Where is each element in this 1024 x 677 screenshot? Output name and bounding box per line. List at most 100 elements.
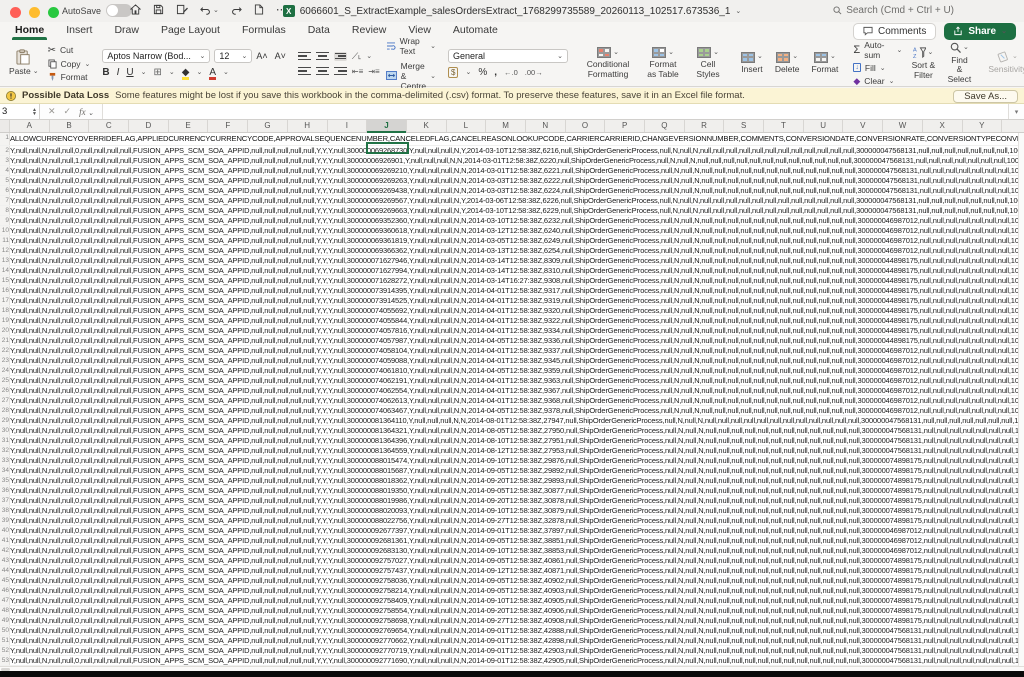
formula-input[interactable] xyxy=(103,104,1008,119)
format-cells-button[interactable]: ⌄ Format xyxy=(808,51,841,75)
table-row[interactable]: 7Y,null,null,N,null,null,0,null,null,nul… xyxy=(0,196,1018,206)
decrease-font-button[interactable]: A˅ xyxy=(275,51,286,61)
borders-button[interactable]: ⊞ xyxy=(153,67,161,78)
table-row[interactable]: 3Y,null,null,N,null,null,1,null,null,nul… xyxy=(0,156,1018,166)
table-row[interactable]: 17Y,null,null,N,null,null,0,null,null,nu… xyxy=(0,296,1018,306)
row-number[interactable]: 33 xyxy=(0,456,10,465)
formula-bar-expand-button[interactable]: ▾ xyxy=(1008,104,1024,119)
autosum-button[interactable]: ΣAuto-sum⌄ xyxy=(853,40,902,60)
row-number[interactable]: 4 xyxy=(0,166,10,175)
column-header-X[interactable]: X xyxy=(923,120,963,132)
row-number[interactable]: 22 xyxy=(0,346,10,355)
column-header-V[interactable]: V xyxy=(843,120,883,132)
row-number[interactable]: 34 xyxy=(0,466,10,475)
table-row[interactable]: 4Y,null,null,N,null,null,0,null,null,nul… xyxy=(0,166,1018,176)
increase-indent-button[interactable]: ⇥≡ xyxy=(368,67,379,76)
save-as-button[interactable]: Save As... xyxy=(953,90,1018,103)
column-header-R[interactable]: R xyxy=(685,120,725,132)
row-number[interactable]: 10 xyxy=(0,226,10,235)
column-header-W[interactable]: W xyxy=(883,120,923,132)
table-row[interactable]: 2Y,null,null,N,null,null,0,null,null,nul… xyxy=(0,146,1018,156)
orientation-button[interactable]: ⟋˪ xyxy=(352,51,361,62)
comments-button[interactable]: Comments xyxy=(853,23,936,40)
table-row[interactable]: 45Y,null,null,N,null,null,0,null,null,nu… xyxy=(0,576,1018,586)
column-header-T[interactable]: T xyxy=(764,120,804,132)
table-row[interactable]: 40Y,null,null,N,null,null,0,null,null,nu… xyxy=(0,526,1018,536)
row-number[interactable]: 8 xyxy=(0,206,10,215)
row-number[interactable]: 48 xyxy=(0,606,10,615)
tab-data[interactable]: Data xyxy=(297,22,341,40)
row-number[interactable]: 16 xyxy=(0,286,10,295)
table-row[interactable]: 15Y,null,null,N,null,null,0,null,null,nu… xyxy=(0,276,1018,286)
table-row[interactable]: 47Y,null,null,N,null,null,0,null,null,nu… xyxy=(0,596,1018,606)
currency-format-button[interactable]: $ xyxy=(448,67,458,78)
clear-button[interactable]: ◆Clear⌄ xyxy=(853,76,902,87)
document-title[interactable]: 6066601_S_ExtractExample_salesOrdersExtr… xyxy=(300,6,731,17)
table-row[interactable]: 38Y,null,null,N,null,null,0,null,null,nu… xyxy=(0,506,1018,516)
align-center-button[interactable] xyxy=(316,67,329,76)
column-header-S[interactable]: S xyxy=(724,120,764,132)
vertical-scrollbar[interactable] xyxy=(1018,133,1024,666)
decrease-indent-button[interactable]: ⇤≡ xyxy=(352,67,363,76)
name-box-stepper[interactable]: ▲▼ xyxy=(32,108,39,116)
table-row[interactable]: 23Y,null,null,N,null,null,0,null,null,nu… xyxy=(0,356,1018,366)
share-button[interactable]: Share ⌄ xyxy=(944,23,1016,40)
table-row[interactable]: 25Y,null,null,N,null,null,0,null,null,nu… xyxy=(0,376,1018,386)
row-number[interactable]: 5 xyxy=(0,176,10,185)
row-number[interactable]: 9 xyxy=(0,216,10,225)
row-number[interactable]: 29 xyxy=(0,416,10,425)
table-row[interactable]: 24Y,null,null,N,null,null,0,null,null,nu… xyxy=(0,366,1018,376)
row-number[interactable]: 28 xyxy=(0,406,10,415)
merge-centre-button[interactable]: Merge & Centre⌄ xyxy=(386,61,436,91)
table-row[interactable]: 37Y,null,null,N,null,null,0,null,null,nu… xyxy=(0,496,1018,506)
table-row[interactable]: 49Y,null,null,N,null,null,0,null,null,nu… xyxy=(0,616,1018,626)
row-number[interactable]: 45 xyxy=(0,576,10,585)
wrap-text-button[interactable]: Wrap Text⌄ xyxy=(386,36,436,56)
row-number[interactable]: 1 xyxy=(0,133,10,145)
table-row[interactable]: 26Y,null,null,N,null,null,0,null,null,nu… xyxy=(0,386,1018,396)
row-number[interactable]: 32 xyxy=(0,446,10,455)
row-number[interactable]: 42 xyxy=(0,546,10,555)
row-number[interactable]: 43 xyxy=(0,556,10,565)
font-color-button[interactable]: A xyxy=(209,67,216,78)
row-number[interactable]: 14 xyxy=(0,266,10,275)
conditional-formatting-button[interactable]: ⌄ Conditional Formatting xyxy=(580,46,636,80)
row-number[interactable]: 21 xyxy=(0,336,10,345)
row-number[interactable]: 24 xyxy=(0,366,10,375)
row-number[interactable]: 11 xyxy=(0,236,10,245)
table-row[interactable]: 42Y,null,null,N,null,null,0,null,null,nu… xyxy=(0,546,1018,556)
grid-body[interactable]: 1ALLOWCURRENCYOVERRIDEFLAG,APPLIEDCURREN… xyxy=(0,133,1018,666)
column-header-P[interactable]: P xyxy=(605,120,645,132)
table-row[interactable]: 34Y,null,null,N,null,null,0,null,null,nu… xyxy=(0,466,1018,476)
number-format-select[interactable]: General⌄ xyxy=(448,49,568,63)
table-row[interactable]: 31Y,null,null,N,null,null,0,null,null,nu… xyxy=(0,436,1018,446)
table-row[interactable]: 21Y,null,null,N,null,null,0,null,null,nu… xyxy=(0,336,1018,346)
column-header-M[interactable]: M xyxy=(486,120,526,132)
sort-filter-button[interactable]: AZ ⌄ Sort & Filter xyxy=(908,45,938,81)
tab-home[interactable]: Home xyxy=(4,22,55,40)
row-number[interactable]: 12 xyxy=(0,246,10,255)
table-row[interactable]: 13Y,null,null,N,null,null,0,null,null,nu… xyxy=(0,256,1018,266)
table-row[interactable]: 27Y,null,null,N,null,null,0,null,null,nu… xyxy=(0,396,1018,406)
column-header-L[interactable]: L xyxy=(447,120,487,132)
column-header-B[interactable]: B xyxy=(50,120,90,132)
table-row[interactable]: 8Y,null,null,N,null,null,0,null,null,nul… xyxy=(0,206,1018,216)
italic-button[interactable]: I xyxy=(117,67,120,78)
tab-page-layout[interactable]: Page Layout xyxy=(150,22,231,40)
table-row[interactable]: 53Y,null,null,N,null,null,0,null,null,nu… xyxy=(0,656,1018,666)
row-number[interactable]: 20 xyxy=(0,326,10,335)
table-row[interactable]: 6Y,null,null,N,null,null,0,null,null,nul… xyxy=(0,186,1018,196)
table-row[interactable]: 30Y,null,null,N,null,null,0,null,null,nu… xyxy=(0,426,1018,436)
column-header-I[interactable]: I xyxy=(328,120,368,132)
font-size-select[interactable]: 12⌄ xyxy=(214,49,252,63)
table-row[interactable]: 29Y,null,null,N,null,null,0,null,null,nu… xyxy=(0,416,1018,426)
align-top-button[interactable] xyxy=(298,52,311,61)
row-number[interactable]: 51 xyxy=(0,636,10,645)
align-left-button[interactable] xyxy=(298,67,311,76)
row-number[interactable]: 50 xyxy=(0,626,10,635)
row-number[interactable]: 3 xyxy=(0,156,10,165)
table-row[interactable]: 51Y,null,null,N,null,null,0,null,null,nu… xyxy=(0,636,1018,646)
table-row[interactable]: 22Y,null,null,N,null,null,0,null,null,nu… xyxy=(0,346,1018,356)
column-header-Y[interactable]: Y xyxy=(963,120,1003,132)
column-header-F[interactable]: F xyxy=(208,120,248,132)
